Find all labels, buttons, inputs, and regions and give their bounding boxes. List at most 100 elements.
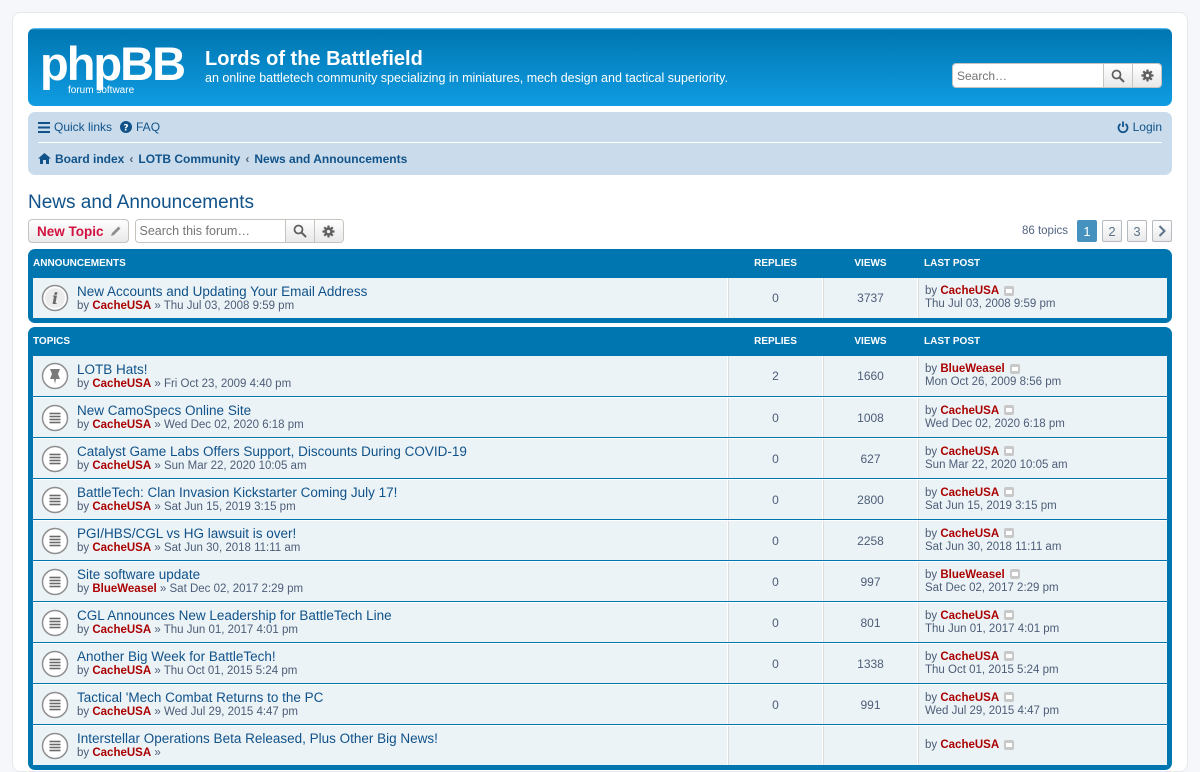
svg-text:i: i <box>52 289 58 308</box>
topic-title-link[interactable]: Tactical 'Mech Combat Returns to the PC <box>77 690 323 705</box>
phpbb-logo[interactable]: phpBB forum software <box>40 38 196 96</box>
topics-header: TOPICS REPLIES VIEWS LAST POST <box>33 327 1167 356</box>
go-to-last-post-icon[interactable] <box>1004 405 1015 416</box>
header-search-input[interactable] <box>953 64 1103 87</box>
page-2[interactable]: 2 <box>1102 220 1122 242</box>
topic-title-link[interactable]: BattleTech: Clan Invasion Kickstarter Co… <box>77 485 397 500</box>
announcements-heading: ANNOUNCEMENTS <box>33 258 126 269</box>
topic-author-link[interactable]: CacheUSA <box>92 378 151 390</box>
breadcrumb-board-index[interactable]: Board index <box>38 152 124 166</box>
topic-date: Sun Mar 22, 2020 10:05 am <box>163 460 307 472</box>
topic-author-link[interactable]: CacheUSA <box>92 542 151 554</box>
go-to-last-post-icon[interactable] <box>1004 446 1015 457</box>
breadcrumb-lotb-community[interactable]: LOTB Community <box>138 152 240 166</box>
topics-block: TOPICS REPLIES VIEWS LAST POST LOTB Hats… <box>28 327 1172 770</box>
last-post-author-link[interactable]: BlueWeasel <box>940 569 1004 581</box>
login-label: Login <box>1132 120 1162 134</box>
go-to-last-post-icon[interactable] <box>1004 285 1015 296</box>
replies-column-header: REPLIES <box>754 336 797 347</box>
topic-meta: by CacheUSA » Thu Jun 01, 2017 4:01 pm <box>77 624 298 636</box>
menu-icon <box>38 121 50 133</box>
faq-label: FAQ <box>136 120 161 134</box>
last-post-author-link[interactable]: CacheUSA <box>940 285 999 297</box>
breadcrumb-label: Board index <box>55 151 125 166</box>
topic-main-cell: Site software update by BlueWeasel » Sat … <box>33 562 728 601</box>
page-3[interactable]: 3 <box>1127 220 1147 242</box>
views-count: 801 <box>823 603 918 642</box>
topic-author-link[interactable]: CacheUSA <box>92 747 151 759</box>
topic-author-link[interactable]: CacheUSA <box>92 501 151 513</box>
topic-author-link[interactable]: CacheUSA <box>92 419 151 431</box>
topic-meta: by CacheUSA » Wed Dec 02, 2020 6:18 pm <box>77 419 304 431</box>
topic-row: BattleTech: Clan Invasion Kickstarter Co… <box>33 479 1167 520</box>
go-to-last-post-icon[interactable] <box>1009 363 1020 374</box>
last-post-date: Wed Dec 02, 2020 6:18 pm <box>925 417 1065 430</box>
forum-advanced-search-button[interactable] <box>313 220 343 242</box>
topic-title-link[interactable]: LOTB Hats! <box>77 362 148 377</box>
header-search-button[interactable] <box>1103 64 1132 87</box>
last-post-author-link[interactable]: CacheUSA <box>940 405 999 417</box>
topic-title-link[interactable]: New Accounts and Updating Your Email Add… <box>77 284 367 299</box>
topic-title-link[interactable]: New CamoSpecs Online Site <box>77 403 251 418</box>
last-post-author-link[interactable]: CacheUSA <box>940 487 999 499</box>
header-advanced-search-button[interactable] <box>1132 64 1161 87</box>
replies-count: 0 <box>728 398 823 437</box>
topic-author-link[interactable]: CacheUSA <box>92 706 151 718</box>
topic-author-link[interactable]: BlueWeasel <box>92 583 156 595</box>
topic-title-link[interactable]: Interstellar Operations Beta Released, P… <box>77 731 438 746</box>
announcement-icon: i <box>33 278 77 319</box>
last-post-author-link[interactable]: CacheUSA <box>940 739 999 751</box>
topic-date: Sat Jun 30, 2018 11:11 am <box>163 542 301 554</box>
topic-meta: by CacheUSA » Sun Mar 22, 2020 10:05 am <box>77 460 307 472</box>
topic-count: 86 topics <box>1021 225 1068 237</box>
forum-title[interactable]: News and Announcements <box>28 192 1172 214</box>
topic-title-link[interactable]: PGI/HBS/CGL vs HG lawsuit is over! <box>77 526 296 541</box>
last-post-author-link[interactable]: CacheUSA <box>940 610 999 622</box>
breadcrumb-news[interactable]: News and Announcements <box>254 152 407 166</box>
navbar: Quick links ? FAQ Login Board index ‹ LO… <box>28 112 1172 175</box>
site-title[interactable]: Lords of the Battlefield <box>205 48 423 71</box>
last-post-author-link[interactable]: BlueWeasel <box>940 363 1004 375</box>
last-post-date: Wed Jul 29, 2015 4:47 pm <box>925 704 1060 717</box>
views-count: 997 <box>823 562 918 601</box>
go-to-last-post-icon[interactable] <box>1004 651 1015 662</box>
topic-date: Wed Dec 02, 2020 6:18 pm <box>163 419 304 431</box>
quick-links-link[interactable]: Quick links <box>38 120 112 134</box>
last-post-author-link[interactable]: CacheUSA <box>940 692 999 704</box>
topic-title-link[interactable]: Another Big Week for BattleTech! <box>77 649 276 664</box>
replies-count: 0 <box>728 644 823 683</box>
page-1[interactable]: 1 <box>1077 220 1097 242</box>
forum-search-button[interactable] <box>284 220 314 242</box>
login-link[interactable]: Login <box>1117 120 1162 134</box>
last-post-author-link[interactable]: CacheUSA <box>940 651 999 663</box>
topic-title-link[interactable]: CGL Announces New Leadership for BattleT… <box>77 608 392 623</box>
replies-count: 0 <box>728 278 823 318</box>
new-topic-button[interactable]: New Topic <box>28 219 129 243</box>
topic-row: New CamoSpecs Online Site by CacheUSA » W… <box>33 397 1167 438</box>
faq-link[interactable]: ? FAQ <box>120 120 160 134</box>
topics-heading: TOPICS <box>33 336 71 347</box>
go-to-last-post-icon[interactable] <box>1004 739 1015 750</box>
header-bar: phpBB forum software Lords of the Battle… <box>28 28 1172 106</box>
topic-author-link[interactable]: CacheUSA <box>92 300 151 312</box>
topic-title-link[interactable]: Site software update <box>77 567 200 582</box>
topic-author-link[interactable]: CacheUSA <box>92 624 151 636</box>
forum-search-input[interactable] <box>135 220 285 242</box>
topic-author-link[interactable]: CacheUSA <box>92 460 151 472</box>
topic-main-cell: PGI/HBS/CGL vs HG lawsuit is over! by Cac… <box>33 521 728 560</box>
last-post-date: Sat Jun 15, 2019 3:15 pm <box>925 499 1057 512</box>
go-to-last-post-icon[interactable] <box>1004 487 1015 498</box>
power-icon <box>1117 121 1128 133</box>
go-to-last-post-icon[interactable] <box>1004 528 1015 539</box>
go-to-last-post-icon[interactable] <box>1009 569 1020 580</box>
go-to-last-post-icon[interactable] <box>1004 692 1015 703</box>
last-post-author-link[interactable]: CacheUSA <box>940 528 999 540</box>
topic-meta: by BlueWeasel » Sat Dec 02, 2017 2:29 pm <box>77 583 304 595</box>
last-post-author-link[interactable]: CacheUSA <box>940 446 999 458</box>
topic-title-link[interactable]: Catalyst Game Labs Offers Support, Disco… <box>77 444 467 459</box>
topic-read-icon <box>33 438 77 479</box>
go-to-last-post-icon[interactable] <box>1004 610 1015 621</box>
next-page-button[interactable] <box>1152 220 1172 242</box>
topic-author-link[interactable]: CacheUSA <box>92 665 151 677</box>
topic-read-icon <box>33 520 77 561</box>
